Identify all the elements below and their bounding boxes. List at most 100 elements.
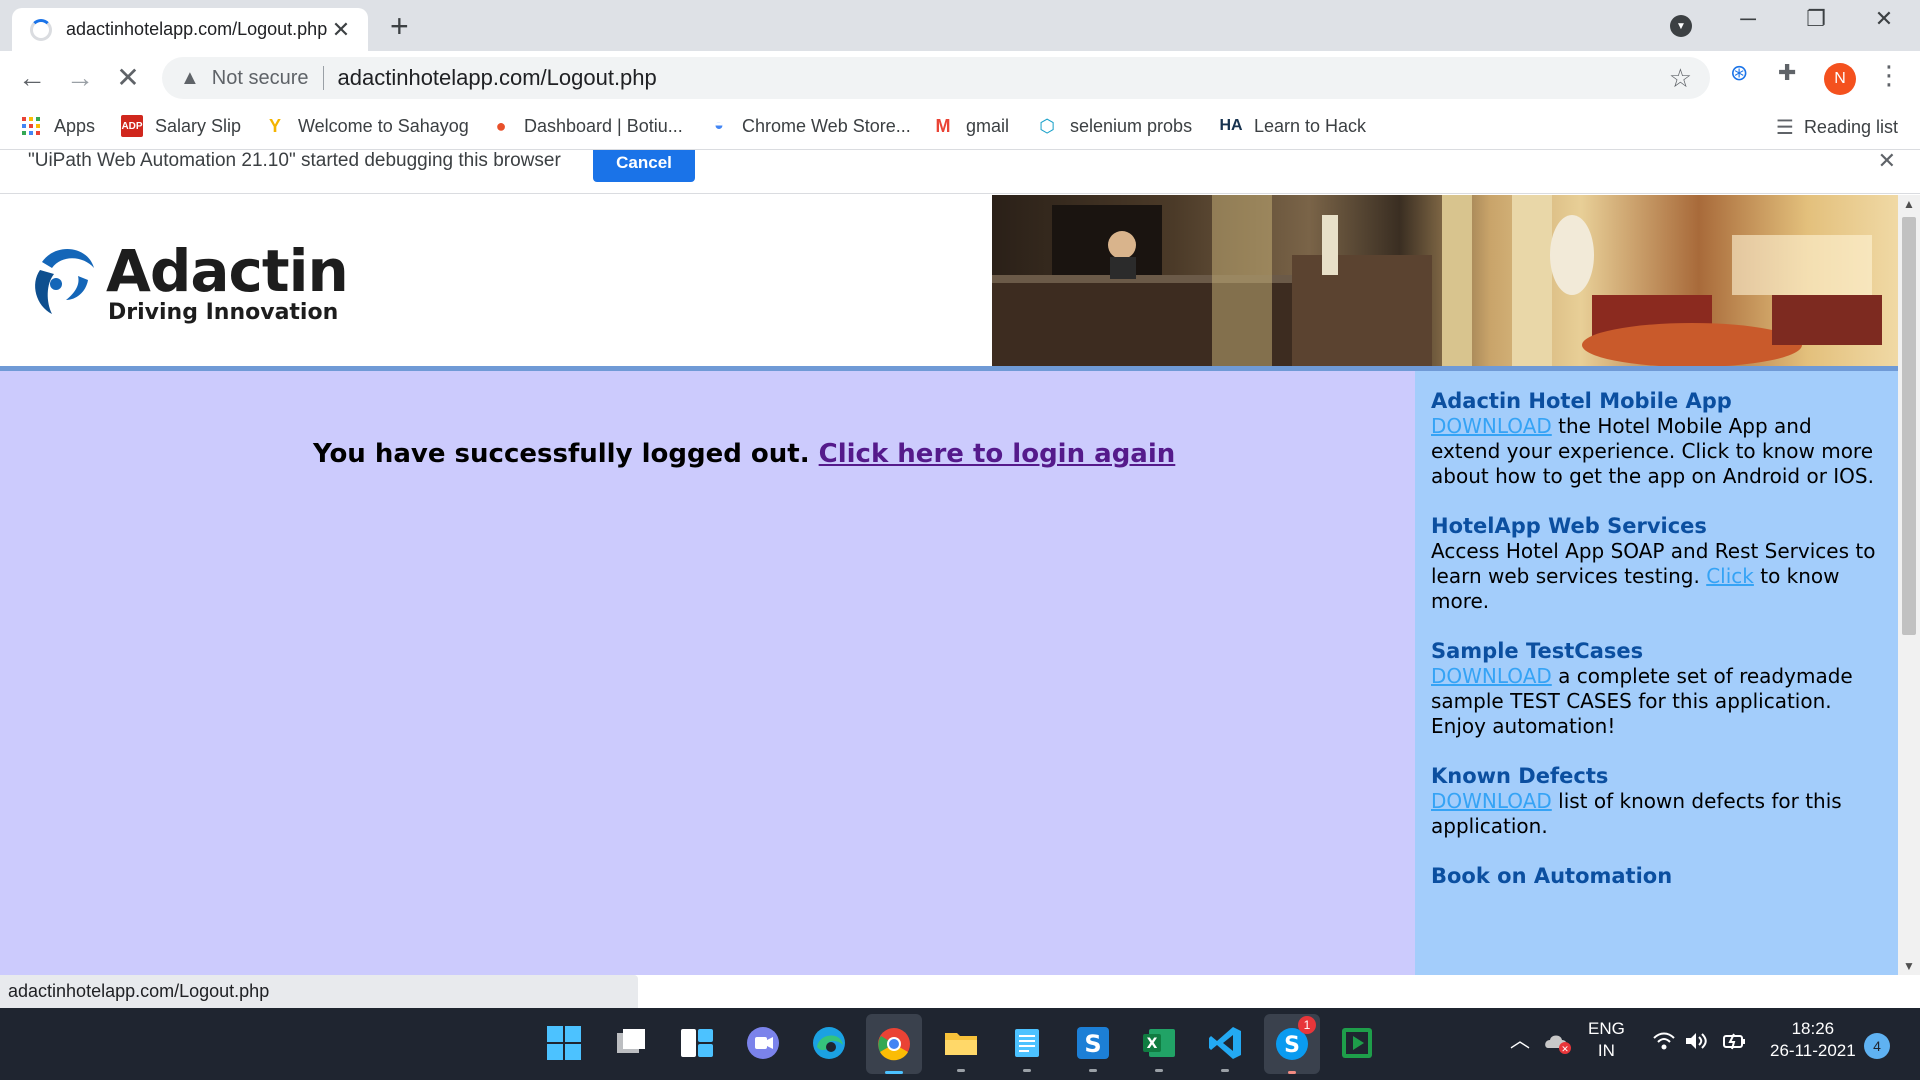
extensions-puzzle-icon[interactable]: ✚ — [1778, 60, 1796, 86]
language-indicator[interactable]: ENG IN — [1588, 1018, 1625, 1062]
language-code: ENG — [1588, 1019, 1625, 1038]
infobar-message: "UiPath Web Automation 21.10" started de… — [28, 150, 561, 171]
tc-download-link[interactable]: DOWNLOAD — [1431, 664, 1552, 688]
language-region: IN — [1597, 1041, 1615, 1060]
scroll-thumb[interactable] — [1902, 217, 1916, 635]
scroll-down-icon[interactable]: ▼ — [1898, 959, 1920, 973]
page-viewport: Adactin Driving Innovation You have succ… — [0, 195, 1898, 975]
battery-icon[interactable] — [1722, 1030, 1748, 1058]
adactin-swirl-icon — [35, 249, 94, 314]
stop-loading-icon[interactable]: ✕ — [110, 61, 146, 95]
skype-icon[interactable]: S 1 — [1264, 1014, 1320, 1074]
bookmark-star-icon[interactable]: ☆ — [1669, 63, 1692, 94]
bookmark-label: Salary Slip — [155, 115, 242, 136]
widgets-icon[interactable] — [676, 1022, 718, 1064]
sidebar-tc-title[interactable]: Sample TestCases — [1431, 639, 1882, 664]
security-status[interactable]: Not secure — [212, 67, 309, 90]
tab-strip: adactinhotelapp.com/Logout.php ✕ + ▼ ─ ❐… — [0, 0, 1920, 51]
sidebar-book: Book on Automation — [1431, 864, 1882, 889]
bookmarks-bar: Apps ADP Salary Slip Y Welcome to Sahayo… — [0, 105, 1920, 150]
url-text[interactable]: adactinhotelapp.com/Logout.php — [338, 65, 657, 91]
bookmark-apps[interactable]: Apps — [20, 115, 95, 137]
windows-taskbar: S X S 1 ︿ ✕ ENG IN 18:26 26-11-2021 — [0, 1008, 1920, 1080]
window-close-icon[interactable]: ✕ — [1864, 6, 1904, 32]
browser-tab-active[interactable]: adactinhotelapp.com/Logout.php ✕ — [12, 8, 368, 51]
warning-triangle-icon[interactable]: ▲ — [180, 67, 200, 90]
bookmark-label: gmail — [966, 115, 1010, 136]
sidebar-ws-title[interactable]: HotelApp Web Services — [1431, 514, 1882, 539]
infobar-close-icon[interactable]: ✕ — [1878, 150, 1896, 174]
adactin-logo: Adactin Driving Innovation — [22, 237, 349, 325]
scroll-up-icon[interactable]: ▲ — [1898, 197, 1920, 211]
sidebar-mobile-title[interactable]: Adactin Hotel Mobile App — [1431, 389, 1882, 414]
logo-text: Adactin Driving Innovation — [106, 237, 349, 325]
running-app-indicator — [1221, 1069, 1229, 1072]
sidebar-mobile-text: DOWNLOAD the Hotel Mobile App and extend… — [1431, 414, 1882, 489]
gmail-icon: M — [935, 115, 951, 136]
task-view-icon[interactable] — [610, 1022, 652, 1064]
running-app-indicator — [1089, 1069, 1097, 1072]
bookmark-label: Learn to Hack — [1254, 115, 1367, 136]
svg-text:S: S — [1284, 1033, 1300, 1058]
sidebar-book-title[interactable]: Book on Automation — [1431, 864, 1882, 889]
wifi-icon[interactable] — [1652, 1030, 1676, 1057]
notification-count-badge[interactable]: 4 — [1864, 1033, 1890, 1059]
logout-message: You have successfully logged out. Click … — [313, 439, 1175, 469]
forward-arrow-icon[interactable]: → — [62, 61, 98, 95]
sidebar-test-cases: Sample TestCases DOWNLOAD a complete set… — [1431, 639, 1882, 739]
excel-icon[interactable]: X — [1138, 1022, 1180, 1072]
omnibox-divider — [322, 66, 324, 90]
onedrive-error-icon[interactable]: ✕ — [1544, 1032, 1572, 1060]
bookmark-webstore[interactable]: ◒ Chrome Web Store... — [708, 115, 911, 137]
minimize-icon[interactable]: ─ — [1728, 6, 1768, 32]
mobile-download-link[interactable]: DOWNLOAD — [1431, 414, 1552, 438]
browser-toolbar: ← → ✕ ▲ Not secure adactinhotelapp.com/L… — [0, 51, 1920, 105]
hotel-lobby-banner-image — [992, 195, 1898, 366]
sidebar-kd-title[interactable]: Known Defects — [1431, 764, 1882, 789]
running-app-indicator — [1155, 1069, 1163, 1072]
reading-list-icon: ☰ — [1776, 117, 1794, 139]
bookmark-sahayog[interactable]: Y Welcome to Sahayog — [264, 115, 469, 137]
address-bar[interactable]: ▲ Not secure adactinhotelapp.com/Logout.… — [162, 57, 1710, 99]
volume-icon[interactable] — [1684, 1030, 1708, 1058]
page-bottom-strip — [638, 975, 1920, 1008]
file-explorer-icon[interactable] — [940, 1022, 982, 1072]
sahayog-icon: Y — [268, 115, 281, 136]
show-hidden-icons-icon[interactable]: ︿ — [1510, 1030, 1530, 1052]
bookmark-label: Dashboard | Botiu... — [524, 115, 683, 136]
adp-icon: ADP — [121, 115, 143, 137]
uipath-studio-icon[interactable]: S — [1072, 1022, 1114, 1072]
svg-text:✕: ✕ — [1561, 1045, 1569, 1054]
logo-tagline: Driving Innovation — [108, 300, 339, 325]
media-player-icon[interactable] — [1336, 1022, 1378, 1064]
bookmark-label: Welcome to Sahayog — [298, 115, 469, 136]
reading-list-button[interactable]: ☰ Reading list — [1776, 115, 1898, 140]
bookmark-gmail[interactable]: M gmail — [932, 115, 1010, 137]
logo-name: Adactin — [106, 237, 349, 305]
bookmark-dashboard[interactable]: ● Dashboard | Botiu... — [490, 115, 683, 137]
vscode-icon[interactable] — [1204, 1022, 1246, 1072]
clock[interactable]: 18:26 26-11-2021 — [1770, 1018, 1856, 1062]
tab-close-icon[interactable]: ✕ — [328, 17, 354, 43]
profile-avatar[interactable]: N — [1824, 63, 1856, 95]
restore-icon[interactable]: ❐ — [1796, 6, 1836, 32]
chrome-browser-icon[interactable] — [866, 1014, 922, 1074]
bookmark-salary-slip[interactable]: ADP Salary Slip — [121, 115, 241, 137]
notepad-icon[interactable] — [1006, 1022, 1048, 1072]
new-tab-button[interactable]: + — [390, 10, 409, 42]
windows-start-icon[interactable] — [543, 1022, 585, 1064]
bookmark-learn-to-hack[interactable]: HA Learn to Hack — [1219, 115, 1367, 137]
cancel-debugging-button[interactable]: Cancel — [593, 150, 695, 182]
back-arrow-icon[interactable]: ← — [14, 61, 50, 95]
bookmark-selenium[interactable]: ⬡ selenium probs — [1036, 115, 1192, 137]
page-scrollbar[interactable]: ▲ ▼ — [1898, 195, 1920, 975]
login-again-link[interactable]: Click here to login again — [819, 439, 1176, 469]
uipath-extension-icon[interactable]: ⊛ — [1730, 60, 1748, 86]
edge-browser-icon[interactable] — [808, 1022, 850, 1064]
chrome-menu-icon[interactable]: ⋮ — [1876, 60, 1902, 91]
ws-click-link[interactable]: Click — [1706, 564, 1754, 588]
tab-search-icon[interactable]: ▼ — [1670, 15, 1692, 37]
kd-download-link[interactable]: DOWNLOAD — [1431, 789, 1552, 813]
teams-chat-icon[interactable] — [742, 1022, 784, 1064]
bookmark-label: Chrome Web Store... — [742, 115, 911, 136]
